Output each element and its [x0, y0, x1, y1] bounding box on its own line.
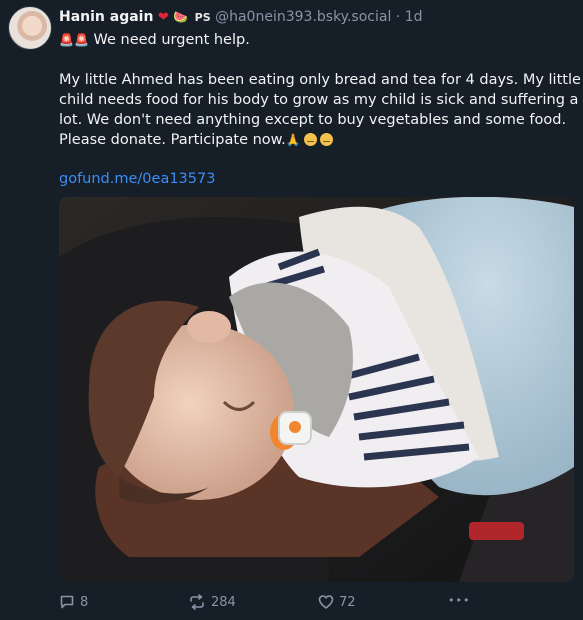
separator: ·: [395, 9, 401, 25]
post-paragraph-line: My little Ahmed has been eating only bre…: [59, 72, 581, 88]
post-image[interactable]: [59, 197, 574, 582]
post-paragraph-line: lot. We don't need anything except to bu…: [59, 112, 567, 128]
post-header: Hanin again ❤ 🍉 PS @ha0nein393.bsky.soci…: [59, 9, 575, 29]
like-count: 72: [339, 594, 356, 610]
post-headline: We need urgent help.: [93, 32, 250, 48]
author-handle[interactable]: @ha0nein393.bsky.social: [215, 9, 391, 25]
repost-count: 284: [211, 594, 236, 610]
post[interactable]: Hanin again ❤ 🍉 PS @ha0nein393.bsky.soci…: [0, 0, 583, 620]
post-paragraph-line: Please donate. Participate now.: [59, 132, 286, 148]
more-dots-icon: •••: [448, 594, 471, 607]
post-actions: 8 284 72 •••: [59, 594, 569, 614]
repost-button[interactable]: 284: [188, 594, 236, 610]
reply-button[interactable]: 8: [59, 594, 88, 610]
repost-icon: [190, 594, 204, 610]
sad-face-emoji-icon: [319, 133, 333, 146]
reply-count: 8: [80, 594, 89, 610]
post-text: 🚨🚨 We need urgent help. My little Ahmed …: [59, 30, 581, 150]
post-photo-sleeping-child: [59, 197, 574, 582]
author-name[interactable]: Hanin again: [59, 9, 153, 25]
sad-face-emoji-icon: [303, 133, 317, 146]
post-timestamp[interactable]: 1d: [405, 9, 423, 25]
gofundme-link[interactable]: gofund.me/0ea13573: [59, 171, 215, 187]
avatar[interactable]: [8, 6, 52, 50]
palestine-flag-badge: PS: [194, 11, 211, 24]
siren-emoji-icon: 🚨🚨: [59, 33, 89, 47]
heart-icon: [318, 595, 334, 609]
like-button[interactable]: 72: [318, 594, 356, 610]
post-paragraph-line: child needs food for his body to grow as…: [59, 92, 579, 108]
watermelon-emoji-icon: 🍉: [173, 10, 189, 24]
pray-emoji-icon: 🙏: [285, 133, 301, 147]
reply-icon: [60, 595, 74, 609]
heart-emoji-icon: ❤: [157, 10, 169, 25]
more-options-button[interactable]: •••: [448, 594, 470, 607]
